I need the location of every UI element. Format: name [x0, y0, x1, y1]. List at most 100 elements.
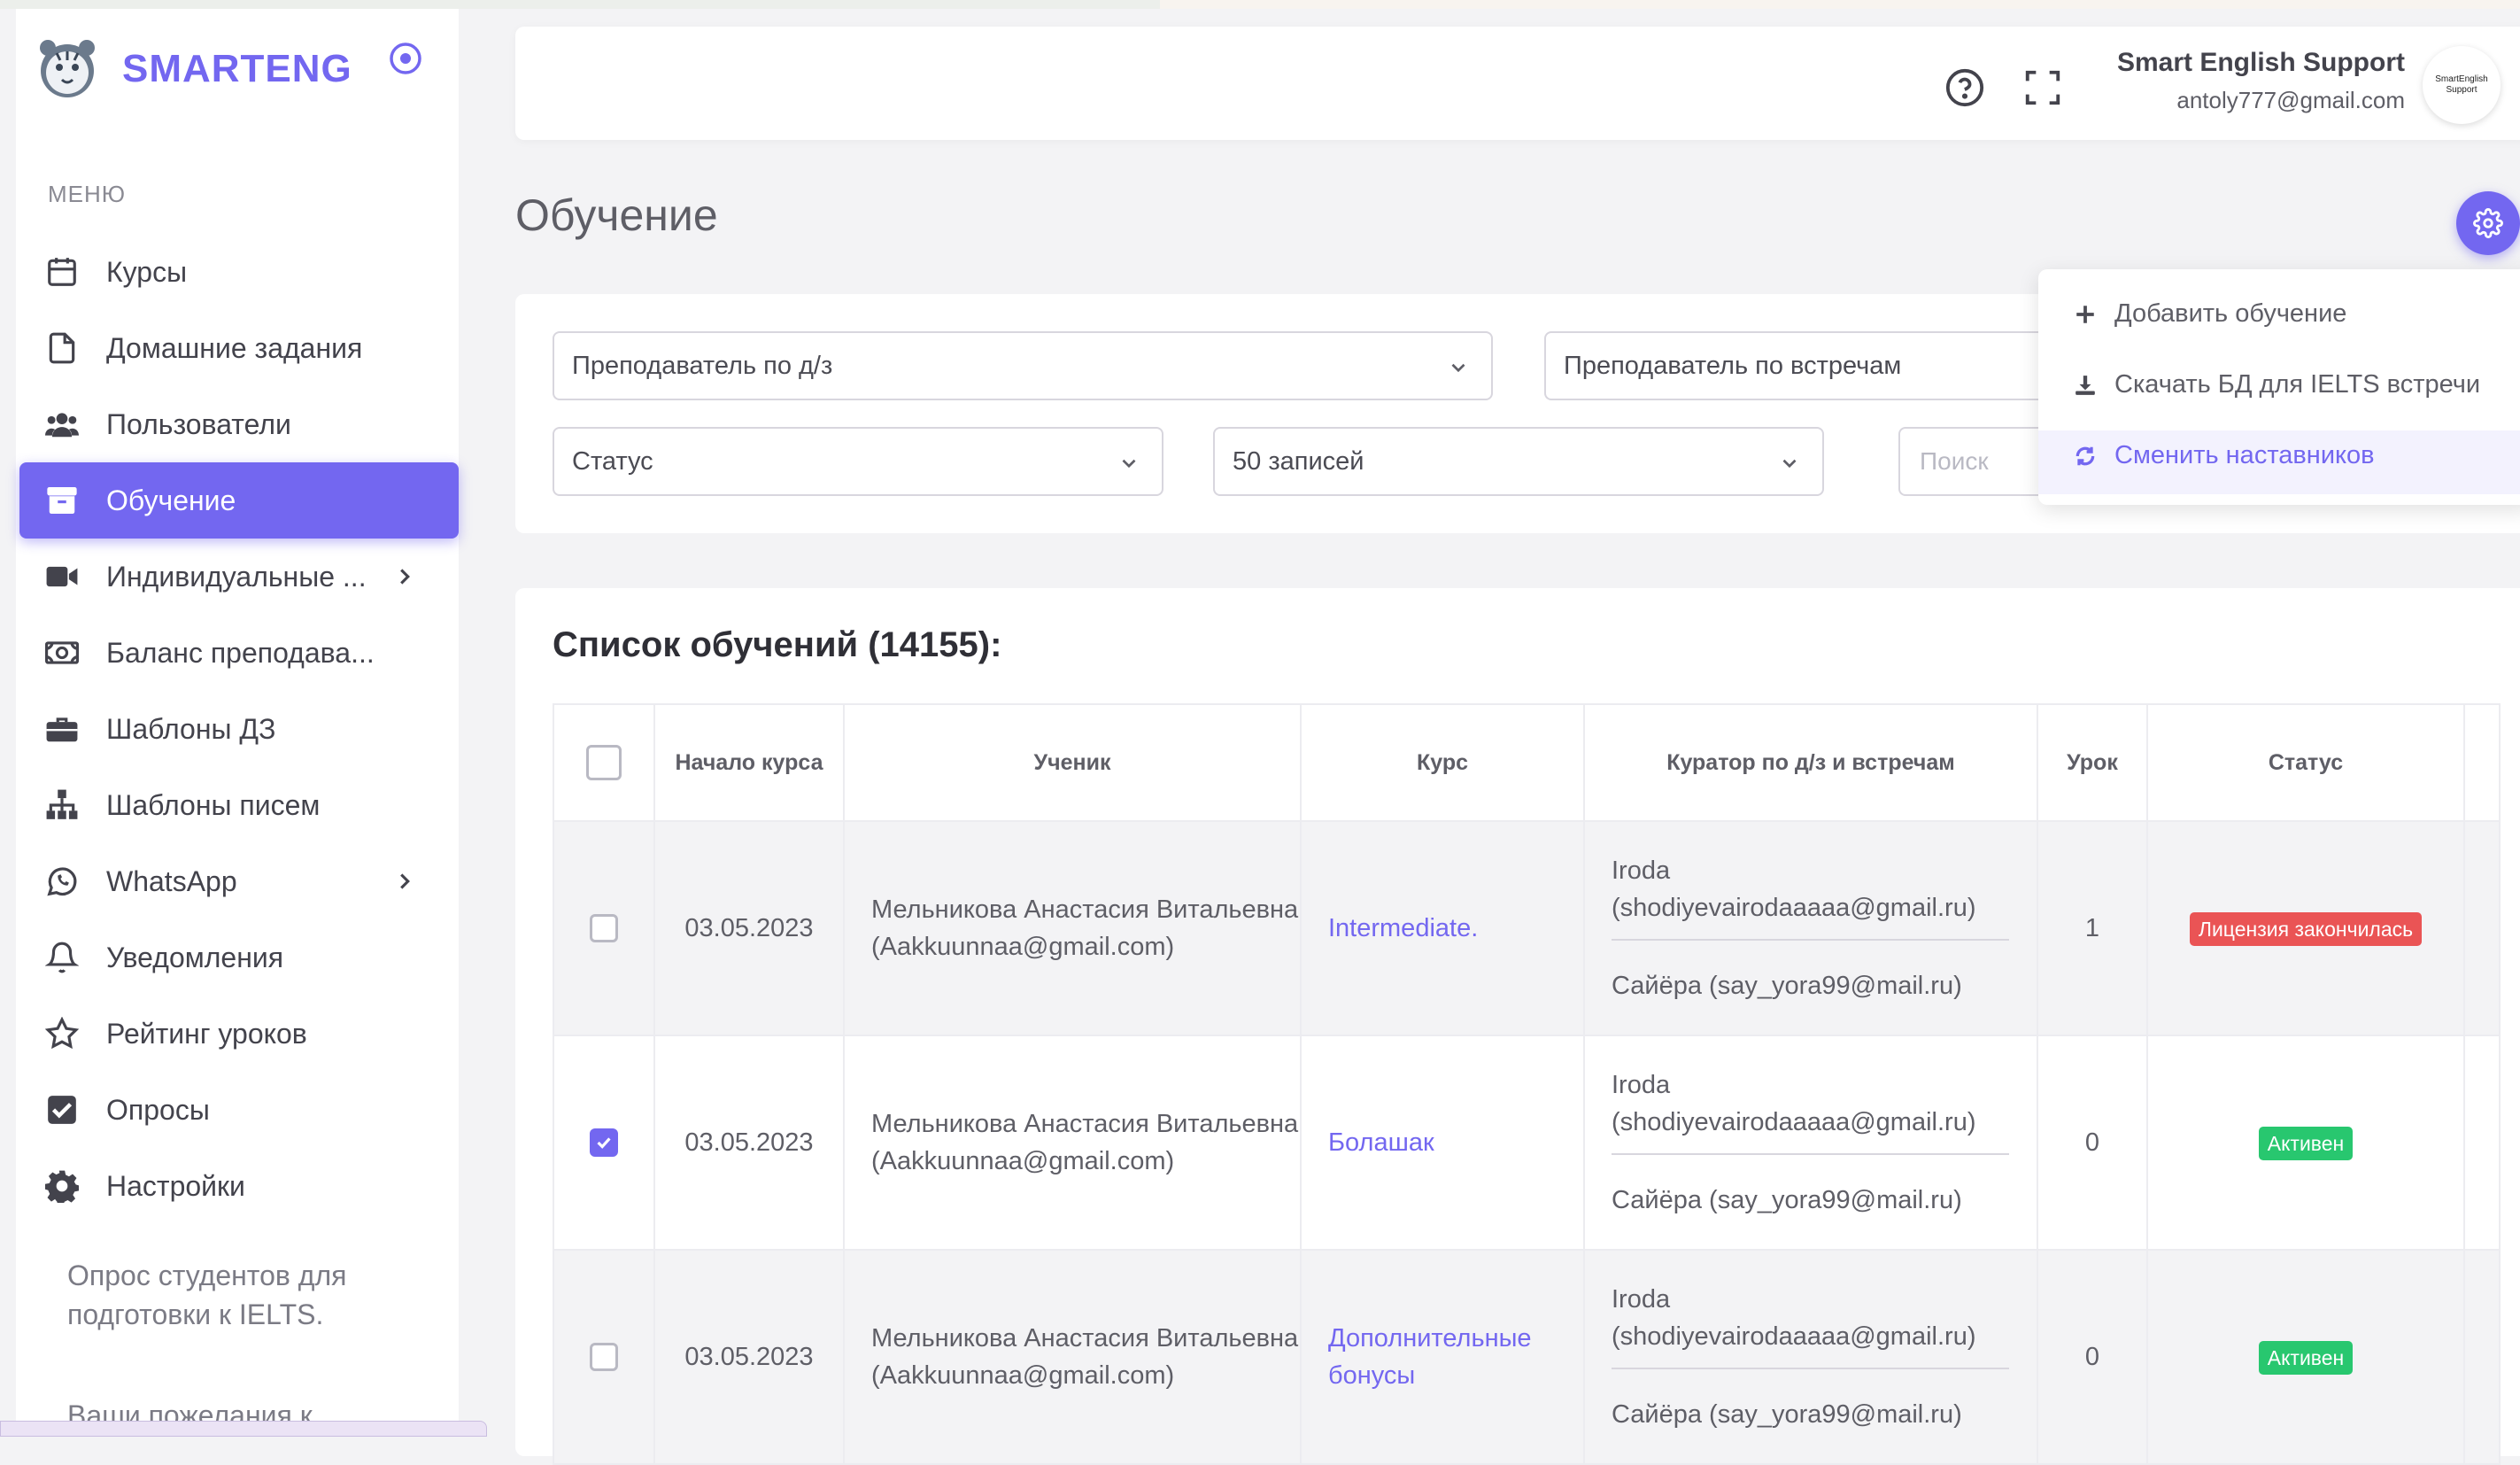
column-header[interactable]: Ученик: [843, 703, 1302, 822]
course-link[interactable]: Болашак: [1300, 1035, 1585, 1251]
calendar-icon: [44, 254, 80, 290]
course-link-text[interactable]: Дополнительные бонусы: [1328, 1324, 1532, 1390]
column-header[interactable]: Курс: [1300, 703, 1585, 822]
start-date: 03.05.2023: [653, 1035, 845, 1251]
page-title: Обучение: [515, 190, 718, 240]
row-checkbox[interactable]: [590, 1128, 618, 1157]
select-value: Преподаватель по встречам: [1564, 351, 1902, 380]
refresh-icon: [2076, 446, 2095, 465]
row-select-cell: [553, 820, 655, 1036]
select-value: Преподаватель по д/з: [572, 351, 833, 380]
sidebar-item-label: Настройки: [106, 1169, 245, 1202]
sidebar-item-training[interactable]: Обучение: [19, 462, 459, 539]
sidebar-item-individual[interactable]: Индивидуальные ...: [16, 539, 459, 615]
avatar[interactable]: SmartEnglish Support: [2423, 46, 2501, 124]
menu-heading: МЕНЮ: [48, 181, 127, 207]
sidebar-item-notifications[interactable]: Уведомления: [16, 919, 459, 996]
sidebar-nav: Курсы Домашние задания Пользователи Обуч…: [16, 234, 459, 1224]
menu-item-change-mentors[interactable]: Сменить наставников: [2074, 441, 2375, 470]
hw-teacher-select[interactable]: Преподаватель по д/з: [553, 331, 1493, 400]
sidebar-item-label: Шаблоны писем: [106, 788, 321, 821]
table-row: 03.05.2023 Мельникова Анастасия Витальев…: [553, 1249, 2501, 1465]
menu-item-download-db[interactable]: Скачать БД для IELTS встречи: [2074, 370, 2480, 399]
sidebar-item-hw-templates[interactable]: Шаблоны ДЗ: [16, 691, 459, 767]
sitemap-icon: [44, 787, 80, 823]
curators: Iroda (shodiyevairodaaaaa@gmail.ru) Сайё…: [1583, 1249, 2038, 1465]
survey-link[interactable]: Опрос студентов для подготовки к IELTS.: [67, 1256, 386, 1334]
sidebar-item-label: Уведомления: [106, 941, 284, 973]
column-header[interactable]: Куратор по д/з и встречам: [1583, 703, 2038, 822]
help-circle-icon[interactable]: [1944, 67, 1985, 108]
meeting-teacher-select[interactable]: Преподаватель по встречам: [1544, 331, 2076, 400]
top-strip-right: [1160, 0, 2520, 9]
status-cell: Активен: [2146, 1249, 2465, 1465]
user-name[interactable]: Smart English Support: [2117, 48, 2405, 78]
chevron-down-icon: [1122, 459, 1136, 469]
actions-gear-button[interactable]: [2456, 191, 2520, 255]
table-row: 03.05.2023 Мельникова Анастасия Витальев…: [553, 820, 2501, 1036]
sidebar-item-surveys[interactable]: Опросы: [16, 1072, 459, 1148]
select-value: Статус: [572, 446, 653, 476]
student: Мельникова Анастасия Витальевна (Aakkuun…: [843, 1249, 1302, 1465]
row-checkbox[interactable]: [590, 914, 618, 942]
course-link[interactable]: Intermediate.: [1300, 820, 1585, 1036]
sidebar-item-label: Шаблоны ДЗ: [106, 712, 276, 745]
logo[interactable]: SMARTENG: [34, 35, 352, 103]
sidebar-item-label: Пользователи: [106, 407, 291, 440]
table-row: 03.05.2023 Мельникова Анастасия Витальев…: [553, 1035, 2501, 1251]
menu-item-label: Сменить наставников: [2114, 441, 2375, 469]
top-navbar: [515, 27, 2520, 140]
user-email: antoly777@gmail.com: [2176, 87, 2405, 113]
menu-item-add-training[interactable]: Добавить обучение: [2074, 299, 2346, 329]
actions-dropdown-menu: Добавить обучение Скачать БД для IELTS в…: [2038, 269, 2520, 505]
lesson: 0: [2037, 1249, 2148, 1465]
sidebar-item-label: Рейтинг уроков: [106, 1017, 307, 1050]
status-select[interactable]: Статус: [553, 427, 1163, 496]
sidebar-item-label: Опросы: [106, 1093, 210, 1126]
chevron-down-icon: [1451, 363, 1465, 373]
column-header[interactable]: Урок: [2037, 703, 2148, 822]
check-square-icon: [44, 1092, 80, 1128]
top-strip: [0, 0, 2520, 9]
browser-status-bar: [0, 1421, 487, 1437]
sidebar-item-label: Домашние задания: [106, 331, 363, 364]
list-title: Список обучений (14155):: [553, 625, 1002, 664]
status-badge: Активен: [2258, 1341, 2354, 1375]
sidebar-item-lesson-rating[interactable]: Рейтинг уроков: [16, 996, 459, 1072]
column-header[interactable]: Статус: [2146, 703, 2465, 822]
course-link-text[interactable]: Болашак: [1328, 1128, 1434, 1157]
row-checkbox[interactable]: [590, 1343, 618, 1371]
sidebar-item-users[interactable]: Пользователи: [16, 386, 459, 462]
sidebar-item-settings[interactable]: Настройки: [16, 1148, 459, 1224]
sidebar-item-balance[interactable]: Баланс преподава...: [16, 615, 459, 691]
course-link[interactable]: Дополнительные бонусы: [1300, 1249, 1585, 1465]
sidebar-item-mail-templates[interactable]: Шаблоны писем: [16, 767, 459, 843]
sidebar-item-whatsapp[interactable]: WhatsApp: [16, 843, 459, 919]
sidebar-item-label: Баланс преподава...: [106, 636, 375, 669]
extra-cell: [2463, 1249, 2501, 1465]
records-per-page-select[interactable]: 50 записей: [1213, 427, 1824, 496]
curator-hw: Iroda (shodiyevairodaaaaa@gmail.ru): [1612, 852, 2009, 941]
check-icon: [597, 1137, 611, 1149]
fullscreen-icon[interactable]: [2022, 67, 2063, 108]
select-all-cell: [553, 703, 655, 822]
chevron-down-icon: [1782, 459, 1797, 469]
row-select-cell: [553, 1249, 655, 1465]
plus-icon: [2076, 305, 2094, 323]
sidebar-item-courses[interactable]: Курсы: [16, 234, 459, 310]
lesson: 1: [2037, 820, 2148, 1036]
curator-hw: Iroda (shodiyevairodaaaaa@gmail.ru): [1612, 1066, 2009, 1155]
sidebar-item-label: Индивидуальные ...: [106, 560, 367, 593]
column-header[interactable]: Начало курса: [653, 703, 845, 822]
video-icon: [44, 559, 80, 594]
file-icon: [44, 330, 80, 366]
course-link-text[interactable]: Intermediate.: [1328, 914, 1478, 942]
sidebar-item-homework[interactable]: Домашние задания: [16, 310, 459, 386]
sidebar-pin-icon[interactable]: [388, 41, 423, 76]
chevron-right-icon: [400, 873, 410, 889]
gear-icon: [44, 1168, 80, 1204]
curators: Iroda (shodiyevairodaaaaa@gmail.ru) Сайё…: [1583, 820, 2038, 1036]
select-all-checkbox[interactable]: [586, 745, 622, 780]
sidebar: SMARTENG МЕНЮ Курсы Домашние задания Пол…: [16, 9, 459, 1435]
sidebar-item-label: Курсы: [106, 255, 188, 288]
